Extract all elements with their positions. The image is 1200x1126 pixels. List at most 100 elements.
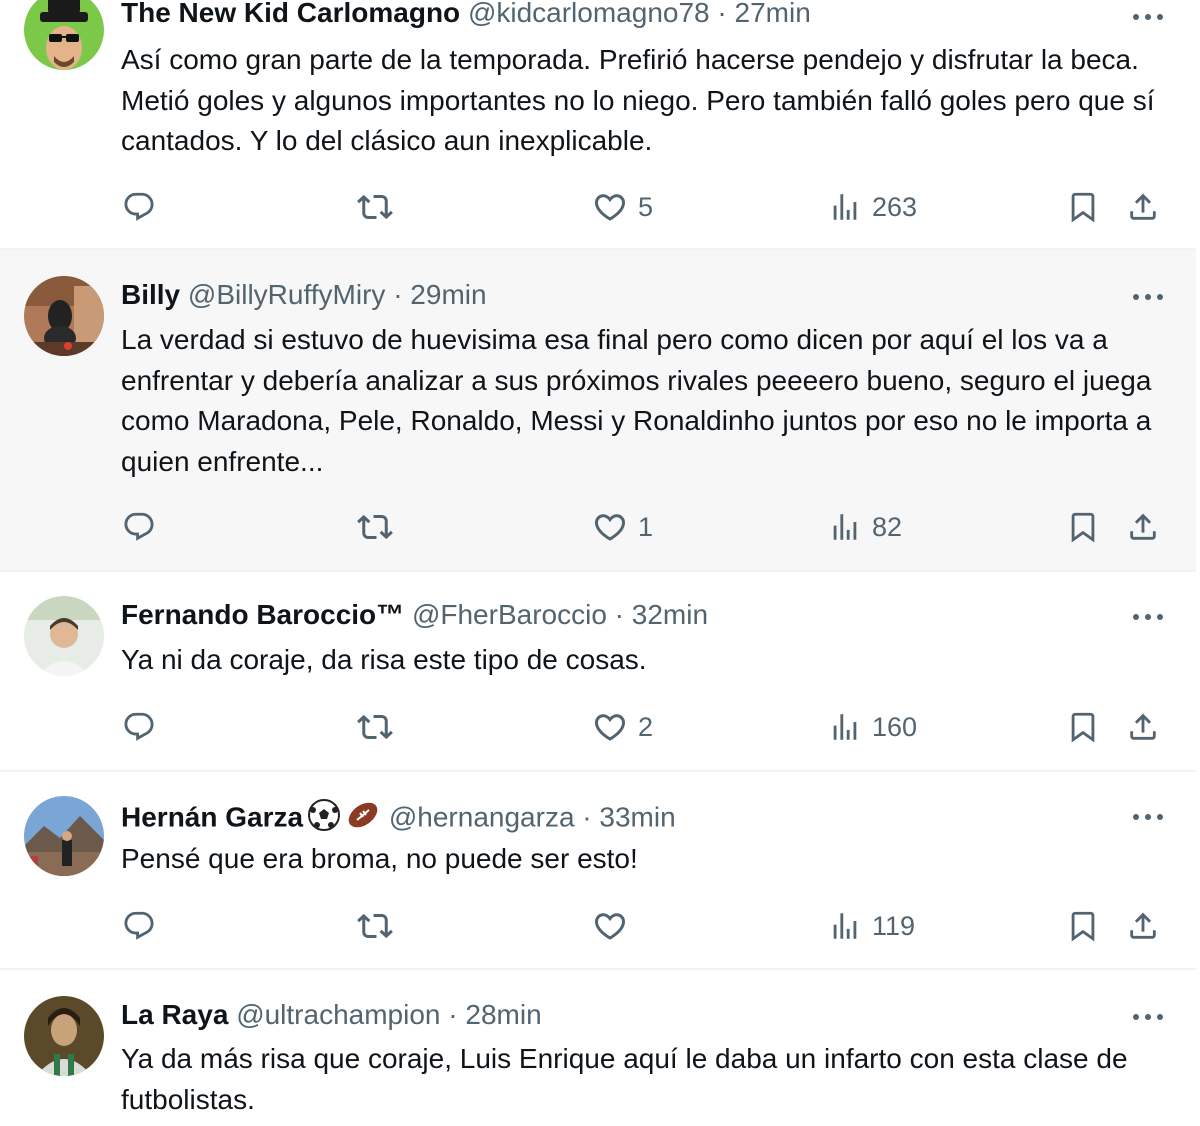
american-football-emoji	[345, 798, 381, 840]
share-icon	[1126, 510, 1160, 544]
tweet-card[interactable]: Fernando Baroccio™ @FherBaroccio · 32min…	[0, 572, 1196, 772]
share-button[interactable]	[1126, 705, 1160, 749]
view-count: 160	[872, 711, 918, 742]
views-icon	[828, 510, 862, 544]
reply-button[interactable]	[122, 705, 156, 749]
reply-icon	[122, 909, 156, 943]
tweet-header: The New Kid Carlomagno @kidcarlomagno78 …	[121, 0, 1136, 30]
author-handle[interactable]: @hernangarza	[389, 801, 575, 832]
author-handle[interactable]: @BillyRuffyMiry	[188, 279, 385, 310]
views-button[interactable]: 263	[828, 185, 917, 229]
tweet-card[interactable]: The New Kid Carlomagno @kidcarlomagno78 …	[0, 0, 1196, 250]
more-options-icon[interactable]	[1128, 2, 1168, 32]
like-count: 1	[638, 511, 654, 542]
share-button[interactable]	[1126, 904, 1160, 948]
timestamp[interactable]: 32min	[632, 599, 708, 630]
tweet-card[interactable]: Billy @BillyRuffyMiry · 29min La verdad …	[0, 250, 1196, 572]
tweet-text: Así como gran parte de la temporada. Pre…	[121, 44, 1155, 156]
views-button[interactable]: 160	[828, 705, 917, 749]
like-button[interactable]	[592, 904, 638, 948]
retweet-button[interactable]	[357, 705, 393, 749]
retweet-button[interactable]	[357, 904, 393, 948]
reply-button[interactable]	[122, 904, 156, 948]
author-handle[interactable]: @FherBaroccio	[412, 599, 607, 630]
bookmark-button[interactable]	[1066, 904, 1100, 948]
retweet-icon	[357, 509, 393, 545]
more-options-icon[interactable]	[1128, 282, 1168, 312]
view-count: 119	[872, 910, 916, 941]
reply-button[interactable]	[122, 185, 156, 229]
action-bar: 1 82	[0, 505, 1196, 549]
tweet-text: Ya da más risa que coraje, Luis Enrique …	[121, 1043, 1128, 1115]
tweet-header: La Raya @ultrachampion · 28min	[121, 998, 1136, 1032]
bookmark-icon	[1066, 190, 1100, 224]
more-options-icon[interactable]	[1128, 802, 1168, 832]
like-icon	[592, 709, 628, 745]
timestamp[interactable]: 29min	[410, 279, 486, 310]
retweet-icon	[357, 908, 393, 944]
author-name[interactable]: La Raya	[121, 999, 228, 1030]
bookmark-button[interactable]	[1066, 705, 1100, 749]
bookmark-button[interactable]	[1066, 505, 1100, 549]
bookmark-button[interactable]	[1066, 185, 1100, 229]
heisenberg-avatar[interactable]	[24, 0, 104, 70]
author-name[interactable]: Billy	[121, 279, 180, 310]
views-button[interactable]: 119	[828, 904, 915, 948]
portrait-painting-avatar[interactable]	[24, 996, 104, 1076]
share-icon	[1126, 909, 1160, 943]
separator: ·	[582, 801, 592, 833]
timestamp[interactable]: 27min	[735, 0, 811, 28]
bookmark-icon	[1066, 710, 1100, 744]
retweet-button[interactable]	[357, 505, 393, 549]
action-bar: 119	[0, 904, 1196, 948]
timestamp[interactable]: 33min	[599, 801, 675, 832]
reply-icon	[122, 710, 156, 744]
tweet-header: Fernando Baroccio™ @FherBaroccio · 32min	[121, 598, 1136, 632]
share-button[interactable]	[1126, 505, 1160, 549]
author-name[interactable]: Fernando Baroccio™	[121, 599, 404, 630]
view-count: 263	[872, 191, 918, 222]
like-icon	[592, 189, 628, 225]
like-count: 2	[638, 711, 654, 742]
action-bar: 2 160	[0, 705, 1196, 749]
author-handle[interactable]: @kidcarlomagno78	[468, 0, 710, 28]
separator: ·	[614, 599, 624, 630]
tweet-card[interactable]: La Raya @ultrachampion · 28min Ya da más…	[0, 970, 1196, 1126]
more-options-icon[interactable]	[1128, 1002, 1168, 1032]
person-photo-avatar[interactable]	[24, 596, 104, 676]
dog-photo-avatar[interactable]	[24, 276, 104, 356]
tweet-header: Hernán Garza @hernangarza · 33min	[121, 798, 1136, 840]
retweet-icon	[357, 189, 393, 225]
bookmark-icon	[1066, 909, 1100, 943]
replies-feed: The New Kid Carlomagno @kidcarlomagno78 …	[0, 0, 1200, 1126]
share-button[interactable]	[1126, 185, 1160, 229]
like-icon	[592, 509, 628, 545]
like-button[interactable]: 2	[592, 705, 653, 749]
separator: ·	[448, 999, 458, 1030]
views-icon	[828, 909, 862, 943]
author-name[interactable]: Hernán Garza	[121, 801, 303, 832]
retweet-icon	[357, 709, 393, 745]
reply-icon	[122, 190, 156, 224]
tweet-card[interactable]: Hernán Garza @hernangarza · 33min Pensé …	[0, 772, 1196, 970]
timestamp[interactable]: 28min	[465, 999, 541, 1030]
author-name[interactable]: The New Kid Carlomagno	[121, 0, 460, 28]
retweet-button[interactable]	[357, 185, 393, 229]
like-button[interactable]: 5	[592, 185, 653, 229]
soccer-ball-emoji	[307, 798, 341, 840]
views-icon	[828, 710, 862, 744]
mountain-photo-avatar[interactable]	[24, 796, 104, 876]
view-count: 82	[872, 511, 903, 542]
reply-icon	[122, 510, 156, 544]
author-handle[interactable]: @ultrachampion	[236, 999, 440, 1030]
tweet-text: Pensé que era broma, no puede ser esto!	[121, 843, 638, 874]
bookmark-icon	[1066, 510, 1100, 544]
tweet-text: Ya ni da coraje, da risa este tipo de co…	[121, 644, 647, 675]
separator: ·	[393, 279, 403, 310]
like-button[interactable]: 1	[592, 505, 653, 549]
more-options-icon[interactable]	[1128, 602, 1168, 632]
tweet-text: La verdad si estuvo de huevisima esa fin…	[121, 324, 1152, 477]
views-button[interactable]: 82	[828, 505, 902, 549]
reply-button[interactable]	[122, 505, 156, 549]
tweet-header: Billy @BillyRuffyMiry · 29min	[121, 278, 1136, 312]
